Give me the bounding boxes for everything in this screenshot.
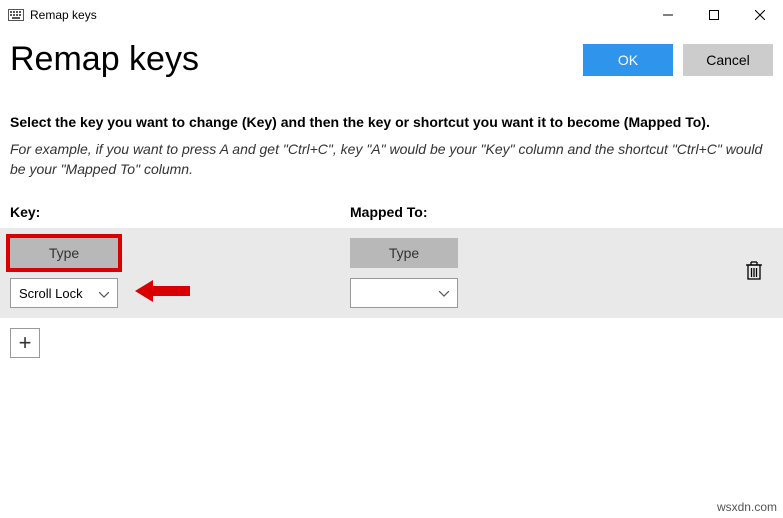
minimize-button[interactable] [645, 0, 691, 30]
cancel-button[interactable]: Cancel [683, 44, 773, 76]
key-select[interactable]: Scroll Lock [10, 278, 118, 308]
window-title: Remap keys [30, 8, 97, 22]
titlebar: Remap keys [0, 0, 783, 30]
mapped-type-button[interactable]: Type [350, 238, 458, 268]
column-headers: Key: Mapped To: [0, 179, 783, 228]
annotation-arrow [135, 278, 190, 309]
maximize-button[interactable] [691, 0, 737, 30]
mapping-row: Type Scroll Lock Type [0, 228, 783, 318]
header: Remap keys OK Cancel [0, 30, 783, 84]
watermark: wsxdn.com [717, 500, 777, 514]
ok-button[interactable]: OK [583, 44, 673, 76]
example-text: For example, if you want to press A and … [0, 135, 783, 179]
mapped-slot: Type [350, 238, 690, 308]
page-title: Remap keys [10, 40, 573, 79]
key-select-value: Scroll Lock [19, 286, 83, 301]
mapped-select[interactable] [350, 278, 458, 308]
instructions-text: Select the key you want to change (Key) … [0, 84, 783, 135]
delete-row-button[interactable] [745, 261, 773, 286]
trash-icon [745, 268, 763, 285]
chevron-down-icon [99, 286, 109, 301]
add-row-area: + [0, 318, 783, 368]
keyboard-icon [8, 9, 24, 21]
add-mapping-button[interactable]: + [10, 328, 40, 358]
close-button[interactable] [737, 0, 783, 30]
key-type-button[interactable]: Type [10, 238, 118, 268]
chevron-down-icon [439, 284, 449, 302]
key-column-header: Key: [10, 204, 350, 220]
plus-icon: + [19, 330, 32, 356]
window-controls [645, 0, 783, 30]
mapped-column-header: Mapped To: [350, 204, 773, 220]
